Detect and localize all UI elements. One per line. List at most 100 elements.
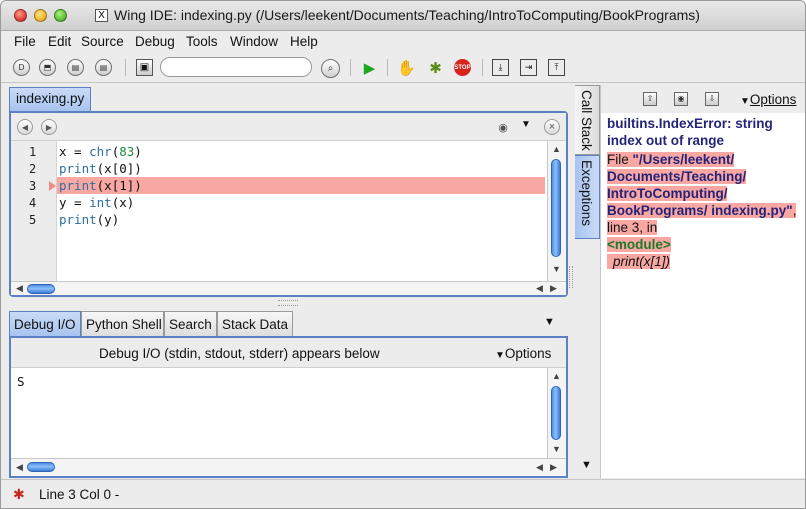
line-number: 1: [29, 145, 37, 159]
toolbar-separator: [482, 59, 483, 76]
vertical-splitter-handle[interactable]: [569, 266, 573, 288]
new-file-icon[interactable]: D: [13, 59, 30, 76]
search-go-icon[interactable]: ⌕: [321, 59, 340, 78]
exceptions-options-label: Options: [749, 92, 797, 107]
maximize-window-button[interactable]: [54, 9, 67, 22]
tab-exceptions[interactable]: Exceptions: [575, 155, 600, 239]
debug-io-output[interactable]: S: [11, 368, 549, 458]
editor-tab-indexing[interactable]: indexing.py: [9, 87, 92, 111]
traceback-file-path: "/Users/leekent/ Documents/Teaching/ Int…: [607, 152, 793, 218]
debug-io-options-label: Options: [504, 346, 552, 361]
editor-vertical-scroll-thumb[interactable]: [551, 159, 561, 257]
forward-icon[interactable]: ▶: [41, 119, 57, 135]
debug-io-output-text: S: [17, 374, 25, 389]
traceback-file-prefix: File: [607, 152, 633, 167]
toolbar-separator: [387, 59, 388, 76]
toolbar-separator: [125, 59, 126, 76]
toolbar-separator: [350, 59, 351, 76]
down-frame-icon[interactable]: ⇩: [705, 92, 719, 106]
exception-traceback[interactable]: File "/Users/leekent/ Documents/Teaching…: [607, 151, 803, 270]
scroll-left-icon[interactable]: ◀: [13, 461, 26, 474]
open-file-icon[interactable]: ⬒: [39, 59, 56, 76]
line-number: 2: [29, 162, 37, 176]
scroll-up-icon[interactable]: ▲: [550, 143, 563, 156]
tab-stack-data[interactable]: Stack Data: [217, 311, 293, 337]
editor-menu-chevron-icon[interactable]: ▼: [521, 119, 531, 130]
tab-call-stack[interactable]: Call Stack: [575, 85, 600, 155]
editor-horizontal-scrollbar[interactable]: ◀ ◀ ▶: [11, 281, 566, 295]
editor-pane: ◀ ▶ ◉ ▼ × 1 2 3 4 5 x = chr(83) print(x[…: [9, 111, 568, 297]
scroll-up-icon[interactable]: ▲: [550, 370, 563, 383]
debug-io-vertical-scroll-thumb[interactable]: [551, 386, 561, 440]
tab-search[interactable]: Search: [164, 311, 217, 337]
window-title: Wing IDE: indexing.py (/Users/leekent/Do…: [114, 7, 700, 23]
back-icon[interactable]: ◀: [17, 119, 33, 135]
traceback-module: <module>: [607, 237, 671, 252]
minimize-window-button[interactable]: [34, 9, 47, 22]
editor-horizontal-scroll-thumb[interactable]: [27, 284, 55, 294]
cursor-position: Line 3 Col 0 -: [39, 487, 120, 502]
tab-exceptions-label: Exceptions: [579, 160, 594, 227]
scroll-right-icon[interactable]: ▶: [547, 282, 560, 295]
code-line-3[interactable]: print(x[1]): [59, 177, 142, 194]
scroll-down-icon[interactable]: ▼: [550, 263, 563, 276]
menu-window[interactable]: Window: [230, 34, 278, 49]
save-all-icon[interactable]: ▤: [95, 59, 112, 76]
close-editor-icon[interactable]: ×: [544, 119, 560, 135]
menu-edit[interactable]: Edit: [48, 34, 71, 49]
exception-title: builtins.IndexError: string index out of…: [607, 116, 773, 148]
side-panel-menu-chevron-icon[interactable]: ▼: [581, 459, 592, 471]
menu-bar: File Edit Source Debug Tools Window Help: [1, 31, 805, 53]
scroll-down-icon[interactable]: ▼: [550, 443, 563, 456]
x11-icon: X: [95, 9, 108, 22]
bug-icon: ✱: [13, 486, 25, 502]
horizontal-splitter-handle[interactable]: [278, 300, 298, 306]
exception-marker-icon: [49, 181, 56, 191]
run-icon[interactable]: ▶: [361, 59, 378, 77]
menu-help[interactable]: Help: [290, 34, 318, 49]
up-frame-icon[interactable]: ⇧: [643, 92, 657, 106]
title-bar: X Wing IDE: indexing.py (/Users/leekent/…: [1, 1, 805, 31]
goto-frame-icon[interactable]: ◉: [674, 92, 688, 106]
bottom-panel-menu-chevron-icon[interactable]: ▼: [544, 316, 555, 328]
toolbar-search-input[interactable]: [160, 57, 312, 77]
debug-icon[interactable]: ✱: [427, 59, 444, 77]
tab-debug-io[interactable]: Debug I/O: [9, 311, 81, 337]
line-number: 4: [29, 196, 37, 210]
source-browser-icon[interactable]: ◉: [495, 119, 511, 135]
code-line-2[interactable]: print(x[0]): [59, 160, 142, 177]
menu-source[interactable]: Source: [81, 34, 124, 49]
debug-io-vertical-scrollbar[interactable]: ▲ ▼: [547, 368, 566, 458]
debug-io-options-button[interactable]: ▼Options: [495, 346, 551, 361]
code-line-5[interactable]: print(y): [59, 211, 119, 228]
scroll-right-icon[interactable]: ▶: [547, 461, 560, 474]
exceptions-options-button[interactable]: ▼Options: [740, 92, 796, 107]
toggle-panel-icon[interactable]: ▣: [136, 59, 153, 76]
scroll-left-icon[interactable]: ◀: [533, 282, 546, 295]
ide-window: X Wing IDE: indexing.py (/Users/leekent/…: [0, 0, 806, 509]
step-over-icon[interactable]: ⇥: [520, 59, 537, 76]
menu-file[interactable]: File: [14, 34, 36, 49]
tab-python-shell[interactable]: Python Shell: [81, 311, 164, 337]
menu-tools[interactable]: Tools: [186, 34, 218, 49]
exceptions-toolbar: ⇧ ◉ ⇩ ▼Options: [601, 85, 805, 113]
stop-icon[interactable]: STOP: [454, 59, 471, 76]
debug-io-horizontal-scroll-thumb[interactable]: [27, 462, 55, 472]
close-window-button[interactable]: [14, 9, 27, 22]
menu-debug[interactable]: Debug: [135, 34, 175, 49]
line-number: 5: [29, 213, 37, 227]
code-line-1[interactable]: x = chr(83): [59, 143, 142, 160]
debug-io-horizontal-scrollbar[interactable]: ◀ ◀ ▶: [11, 458, 566, 476]
debug-io-panel: Debug I/O (stdin, stdout, stderr) appear…: [9, 336, 568, 478]
scroll-left-icon[interactable]: ◀: [13, 282, 26, 295]
pause-icon[interactable]: ✋: [397, 59, 416, 77]
step-into-icon[interactable]: ⤓: [492, 59, 509, 76]
code-line-4[interactable]: y = int(x): [59, 194, 134, 211]
editor-vertical-scrollbar[interactable]: ▲ ▼: [547, 141, 566, 281]
options-chevron-icon: ▼: [495, 350, 505, 361]
save-icon[interactable]: ▤: [67, 59, 84, 76]
step-out-icon[interactable]: ⤒: [548, 59, 565, 76]
tab-call-stack-label: Call Stack: [579, 90, 594, 151]
debug-io-header-text: Debug I/O (stdin, stdout, stderr) appear…: [99, 346, 380, 361]
scroll-left-icon[interactable]: ◀: [533, 461, 546, 474]
